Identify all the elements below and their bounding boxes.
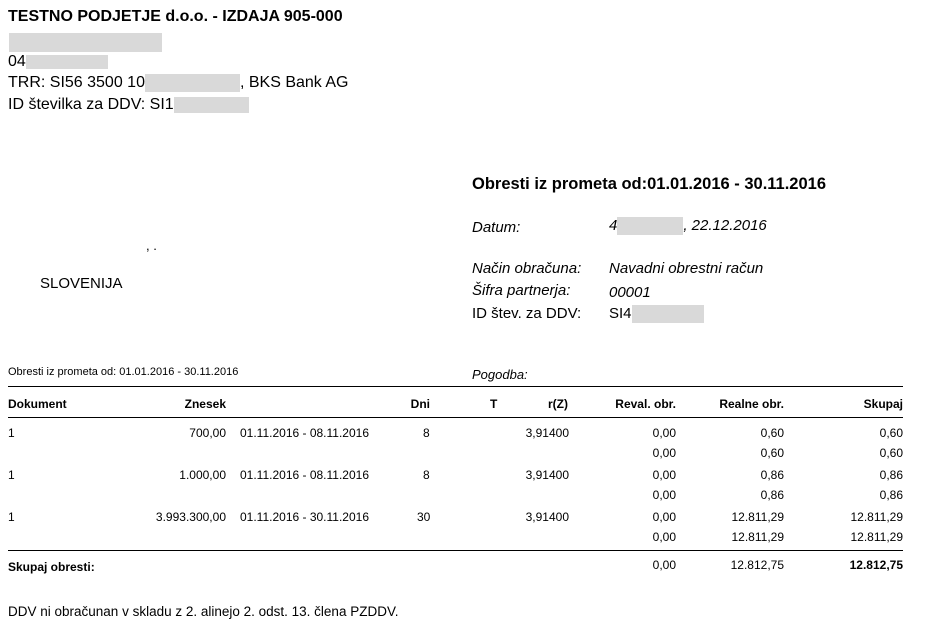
col-header-t: T xyxy=(490,397,498,411)
redacted-block xyxy=(631,305,704,324)
idddv-value: SI4 xyxy=(609,305,704,324)
company-ddv-line: ID številka za DDV: SI1 xyxy=(8,96,249,114)
row2-dokument: 1 xyxy=(8,468,15,482)
col-header-rz: r(Z) xyxy=(548,397,568,411)
row2-sub-realne: 0,86 xyxy=(760,488,784,502)
nacin-label: Način obračuna: xyxy=(472,260,582,277)
company-trr-suffix: , BKS Bank AG xyxy=(239,74,349,92)
row1-znesek: 700,00 xyxy=(189,426,226,440)
row1-skupaj: 0,60 xyxy=(879,426,903,440)
row1-sub-skupaj: 0,60 xyxy=(879,446,903,460)
redacted-block xyxy=(173,96,249,113)
row3-dokument: 1 xyxy=(8,510,15,524)
table-total-rule xyxy=(8,550,903,551)
row1-obdobje: 01.11.2016 - 08.11.2016 xyxy=(240,426,369,440)
datum-prefix: 4 xyxy=(609,217,618,234)
sifra-label: Šifra partnerja: xyxy=(472,282,571,299)
redacted-block xyxy=(144,74,240,92)
datum-label: Datum: xyxy=(472,219,521,236)
recipient-address-fragment: , . xyxy=(146,238,157,253)
row1-realne: 0,60 xyxy=(760,426,784,440)
table-caption: Obresti iz prometa od: 01.01.2016 - 30.1… xyxy=(8,366,239,378)
company-trr-prefix: TRR: SI56 3500 10 xyxy=(8,74,145,92)
redacted-block xyxy=(25,54,108,69)
row3-reval: 0,00 xyxy=(652,510,676,524)
row2-skupaj: 0,86 xyxy=(879,468,903,482)
company-ddv-prefix: ID številka za DDV: SI1 xyxy=(8,96,174,113)
row3-sub-realne: 12.811,29 xyxy=(731,530,785,544)
redacted-block xyxy=(9,33,162,52)
row1-reval: 0,00 xyxy=(652,426,676,440)
row1-rz: 3,91400 xyxy=(525,426,569,440)
row2-znesek: 1.000,00 xyxy=(179,468,226,482)
idddv-label: ID štev. za DDV: xyxy=(472,305,582,322)
total-reval: 0,00 xyxy=(652,558,676,572)
row2-dni: 8 xyxy=(423,468,430,482)
row3-sub-reval: 0,00 xyxy=(652,530,676,544)
footer-note: DDV ni obračunan v skladu z 2. alinejo 2… xyxy=(8,604,399,619)
redacted-block xyxy=(617,217,684,236)
total-realne: 12.812,75 xyxy=(730,558,784,572)
col-header-reval: Reval. obr. xyxy=(615,397,676,411)
row2-realne: 0,86 xyxy=(760,468,784,482)
row3-skupaj: 12.811,29 xyxy=(850,510,904,524)
datum-value: 4 , 22.12.2016 xyxy=(609,217,767,236)
table-header-rule xyxy=(8,417,903,418)
company-postal-prefix: 04 xyxy=(8,53,26,70)
col-header-skupaj: Skupaj xyxy=(863,397,903,411)
row1-sub-reval: 0,00 xyxy=(652,446,676,460)
pogodba-label: Pogodba: xyxy=(472,367,528,382)
row2-sub-reval: 0,00 xyxy=(652,488,676,502)
row2-rz: 3,91400 xyxy=(525,468,569,482)
col-header-dni: Dni xyxy=(410,397,430,411)
col-header-znesek: Znesek xyxy=(184,397,226,411)
row1-dni: 8 xyxy=(423,426,430,440)
row3-rz: 3,91400 xyxy=(525,510,569,524)
row2-obdobje: 01.11.2016 - 08.11.2016 xyxy=(240,468,369,482)
row1-dokument: 1 xyxy=(8,426,15,440)
row2-sub-skupaj: 0,86 xyxy=(879,488,903,502)
company-postal-line: 04 xyxy=(8,53,108,71)
company-trr-line: TRR: SI56 3500 10 , BKS Bank AG xyxy=(8,74,348,92)
table-top-rule xyxy=(8,386,903,387)
idddv-prefix: SI4 xyxy=(609,305,632,322)
company-name: TESTNO PODJETJE d.o.o. - IZDAJA 905-000 xyxy=(8,8,343,25)
row3-realne: 12.811,29 xyxy=(731,510,785,524)
row3-sub-skupaj: 12.811,29 xyxy=(850,530,904,544)
col-header-realne: Realne obr. xyxy=(719,397,784,411)
row3-znesek: 3.993.300,00 xyxy=(155,510,226,524)
total-label: Skupaj obresti: xyxy=(8,560,95,574)
datum-date: , 22.12.2016 xyxy=(683,217,767,234)
company-address-line xyxy=(8,33,162,52)
document-title: Obresti iz prometa od:01.01.2016 - 30.11… xyxy=(472,175,827,193)
row2-reval: 0,00 xyxy=(652,468,676,482)
row3-obdobje: 01.11.2016 - 30.11.2016 xyxy=(240,510,369,524)
nacin-value: Navadni obrestni račun xyxy=(609,260,764,277)
sifra-value: 00001 xyxy=(609,284,651,301)
row1-sub-realne: 0,60 xyxy=(760,446,784,460)
total-skupaj: 12.812,75 xyxy=(849,558,903,572)
row3-dni: 30 xyxy=(417,510,431,524)
recipient-country: SLOVENIJA xyxy=(40,275,123,292)
col-header-dokument: Dokument xyxy=(8,397,67,411)
